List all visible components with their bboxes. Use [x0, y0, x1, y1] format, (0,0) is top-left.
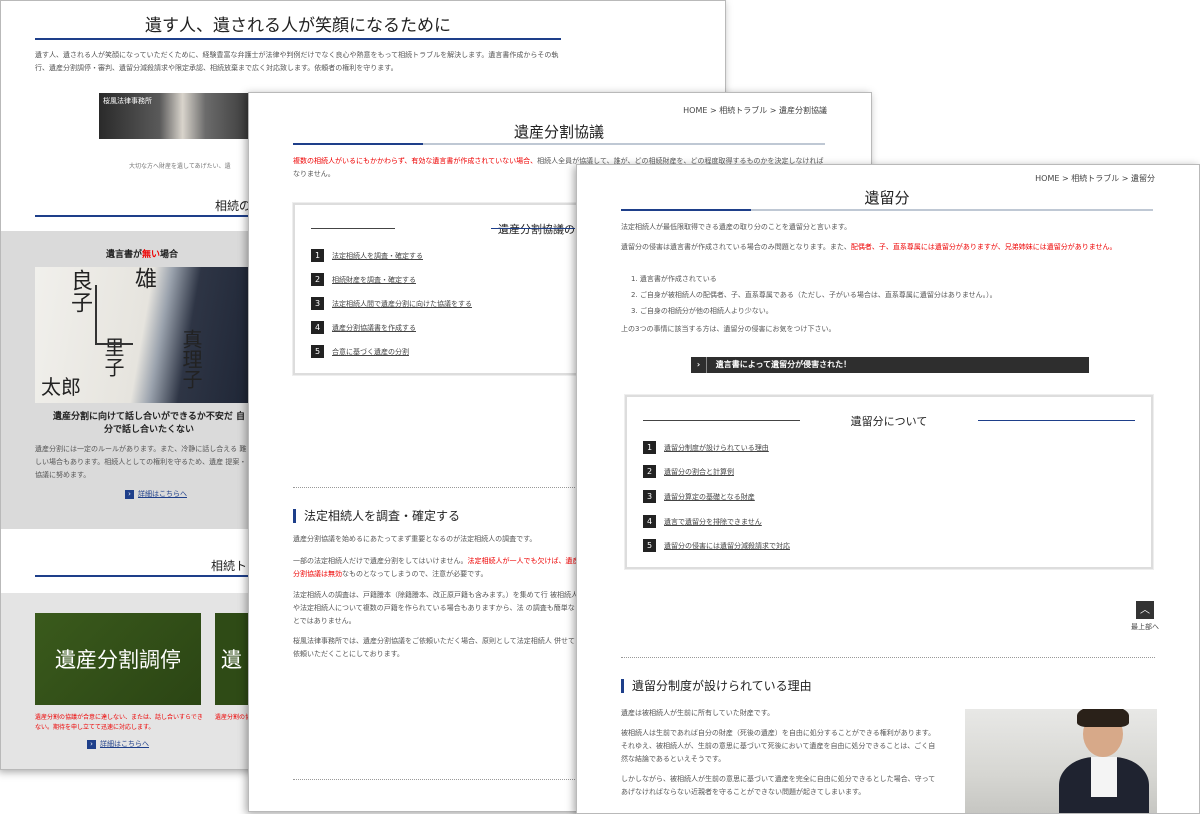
- title-bar: [621, 209, 1153, 211]
- toc-item[interactable]: 3 法定相続人間で遺産分割に向けた協議をする: [311, 297, 472, 311]
- title-underline: [35, 38, 561, 40]
- condition-item: 1. 遺言書が作成されている: [631, 275, 717, 283]
- chevron-up-icon: ︿: [1136, 601, 1154, 619]
- page-legal-reserve: HOME > 相続トラブル > 遺留分 遺留分 法定相続人が最低限取得できる遺産…: [576, 164, 1200, 814]
- intro-text: 上の3つの事情に該当する方は、遺留分の侵害にお気をつけ下さい。: [621, 325, 836, 333]
- page-title: 遺す人、遺される人が笑顔になるために: [145, 16, 451, 36]
- intro-text: 法定相続人が最低限取得できる遺産の取り分のことを遺留分と言います。: [621, 223, 852, 231]
- lawyer-photo: [965, 709, 1157, 813]
- section-title: 遺留分制度が設けられている理由: [621, 679, 812, 693]
- section-title: 法定相続人を調査・確定する: [293, 509, 460, 523]
- section-underline-2: [35, 575, 249, 577]
- office-banner: 桜風法律事務所: [99, 93, 251, 139]
- banner-label: 桜風法律事務所: [103, 97, 152, 105]
- toc-item[interactable]: 1 遺留分制度が設けられている理由: [643, 441, 769, 455]
- toc-box: 遺産分割協議の 1 法定相続人を調査・確定する 2 相続財産を調査・確定する 3 法定…: [292, 202, 594, 376]
- card-heading: 遺言書が無い場合: [105, 250, 179, 260]
- toc-item[interactable]: 4 遺言で遺留分を排除できません: [643, 515, 762, 529]
- card-question: 遺産分割に向けて話し合いができるか不安だ 自分で話し合いたくない: [53, 412, 245, 435]
- toc-item[interactable]: 1 法定相続人を調査・確定する: [311, 249, 423, 263]
- arrow-right-icon: ›: [125, 490, 134, 499]
- tile-note: 遺産分割の協議が合意に達しない、または、話し合いすらできない。期待を申し立てて迅…: [35, 714, 203, 731]
- section-text: 桜風法律事務所では、遺産分割協議をご依頼いただく場合、原則として法定相続人 併せ…: [293, 637, 583, 658]
- photo-name: 真理子: [179, 329, 203, 389]
- banner-caption: 大切な方へ財産を遺してあげたい、遺: [129, 163, 231, 170]
- intro-text: 遺留分の侵害は遺言書が作成されている場合のみ問題となります。また、配偶者、子、直…: [621, 243, 1117, 251]
- toc-item[interactable]: 5 合意に基づく遺産の分割: [311, 345, 409, 359]
- section-title-2: 相続ト: [211, 559, 248, 573]
- card-more-link[interactable]: › 詳細はこちらへ: [125, 489, 187, 499]
- section-underline: [35, 215, 249, 217]
- breadcrumb[interactable]: HOME > 相続トラブル > 遺留分: [1035, 173, 1155, 184]
- condition-item: 3. ご自身の相続分が他の相続人より少ない。: [631, 307, 773, 315]
- toc-item[interactable]: 4 遺産分割協議書を作成する: [311, 321, 416, 335]
- will-photo: 良子 雄 真理子 里子 太郎: [35, 267, 249, 403]
- section-text: 一部の法定相続人だけで遺産分割をしてはいけません。法定相続人が一人でも欠けば、遺…: [293, 557, 580, 578]
- condition-item: 2. ご自身が被相続人の配偶者、子、直系尊属である（ただし、子がいる場合は、直系…: [631, 291, 997, 299]
- toc-box: 遺留分について 1 遺留分制度が設けられている理由 2 遺留分の割合と計算例 3 遺留…: [624, 394, 1154, 570]
- section-text: 法定相続人の調査は、戸籍謄本（除籍謄本、改正原戸籍も含みます。）を集めて行 被相…: [293, 591, 582, 625]
- section-text: 遺産分割協議を始めるにあたってまず重要となるのが法定相続人の調査です。: [293, 535, 537, 543]
- page-title: 遺産分割協議: [513, 123, 604, 141]
- section-text: 被相続人は生前であれば自分の財産（死後の遺産）を自由に処分することができる権利が…: [621, 729, 936, 763]
- card-body: 遺産分割には一定のルールがあります。また、冷静に話し合える 難しい場合もあります…: [35, 445, 247, 479]
- chevron-right-icon: ›: [691, 357, 707, 373]
- photo-name: 太郎: [41, 375, 81, 399]
- arrow-right-icon: ›: [87, 740, 96, 749]
- section-text: 遺産は被相続人が生前に所有していた財産です。: [621, 709, 775, 717]
- page-title: 遺留分: [864, 189, 910, 207]
- toc-title: 遺産分割協議の: [311, 221, 575, 236]
- section-text: しかしながら、被相続人が生前の意思に基づいて遺産を完全に自由に処分できるとした場…: [621, 775, 936, 796]
- toc-item[interactable]: 3 遺留分算定の基礎となる財産: [643, 490, 755, 504]
- photo-name: 良子: [67, 269, 92, 313]
- title-bar: [293, 143, 825, 145]
- photo-tree-lines: [95, 285, 133, 345]
- mediation-tile[interactable]: 遺産分割調停: [35, 613, 201, 705]
- tile-more-link[interactable]: › 詳細はこちらへ: [87, 739, 149, 749]
- toc-item[interactable]: 2 相続財産を調査・確定する: [311, 273, 416, 287]
- toc-title: 遺留分について: [643, 413, 1135, 428]
- intro-text: 遺す人、遺される人が笑顔になっていただくために、経験豊富な弁護士が法律や判例だけ…: [35, 51, 559, 72]
- alert-banner[interactable]: › 遺言書によって遺留分が侵害された！: [691, 357, 1089, 373]
- toc-item[interactable]: 2 遺留分の割合と計算例: [643, 465, 734, 479]
- divider: [621, 657, 1155, 658]
- back-to-top-button[interactable]: ︿ 最上部へ: [1125, 601, 1165, 637]
- breadcrumb[interactable]: HOME > 相続トラブル > 遺産分割協議: [683, 105, 827, 116]
- toc-item[interactable]: 5 遺留分の侵害には遺留分減殺請求で対応: [643, 539, 790, 553]
- section-title: 相続の: [215, 199, 252, 213]
